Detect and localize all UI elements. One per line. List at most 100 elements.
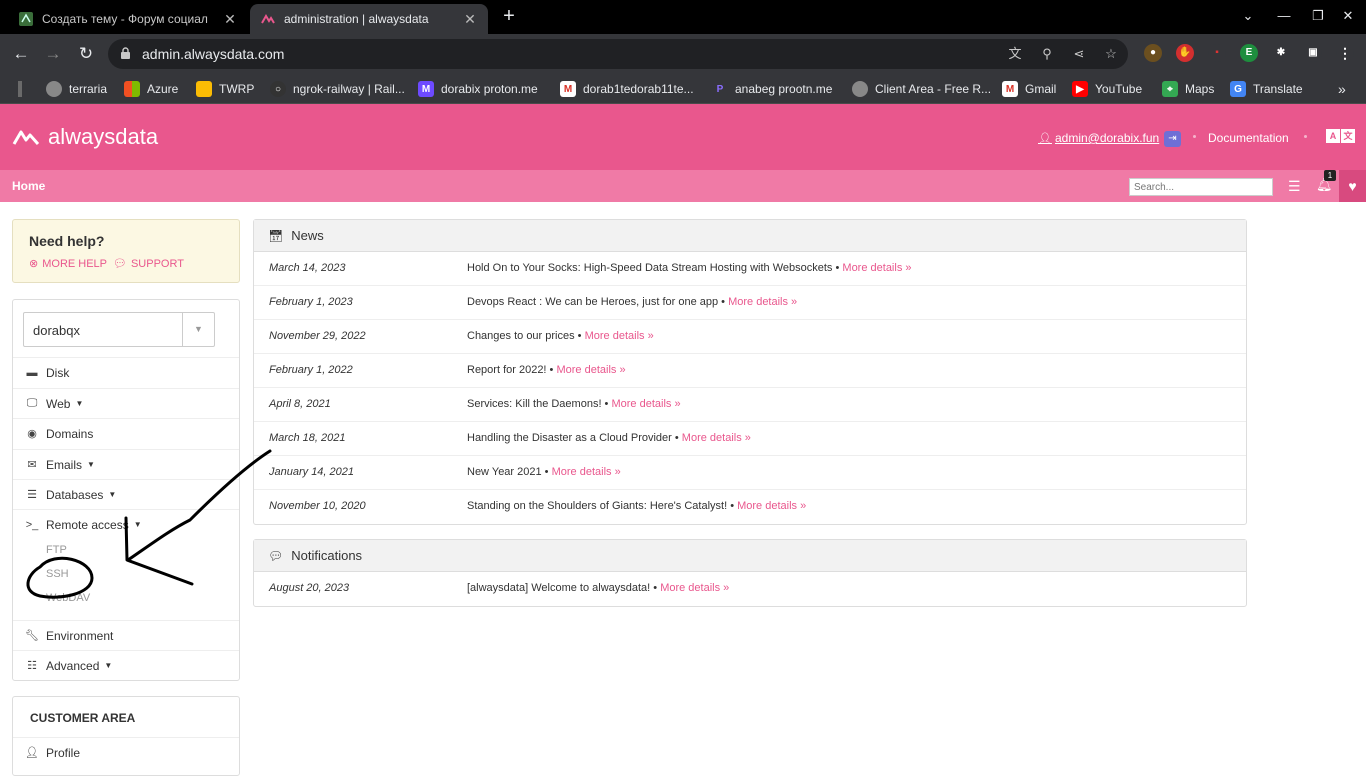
more-details-link[interactable]: More details » [682,432,751,444]
alwaysdata-logo-icon [12,130,40,145]
translate-page-icon[interactable]: 文 [1006,45,1024,63]
caret-down-icon: ▼ [87,460,95,469]
nav-item-databases[interactable]: ☰ Databases ▼ [13,479,239,509]
item-date: February 1, 2023 [269,296,353,308]
back-icon[interactable]: ← [10,43,32,65]
more-bookmarks-icon[interactable]: » [1338,81,1346,97]
logout-icon[interactable]: ⇥ [1164,131,1181,147]
bookmark-item[interactable]: ▶ YouTube [1072,81,1142,97]
nav-item-remote-access[interactable]: >_ Remote access ▼ [13,509,239,539]
item-title: Report for 2022! [467,364,547,376]
extension-icon[interactable]: ▪ [1208,44,1226,62]
close-window-icon[interactable]: ✕ [1338,6,1358,26]
chevron-down-icon[interactable]: ▼ [182,313,214,346]
list-item: February 1, 2022 Report for 2022! • More … [254,354,1246,388]
forum-favicon-icon [18,11,34,27]
extension-e-icon[interactable]: E [1240,44,1258,62]
account-select[interactable]: dorabqx ▼ [23,312,215,347]
globe-icon [852,81,868,97]
item-title: Devops React : We can be Heroes, just fo… [467,296,719,308]
bookmark-item[interactable]: M Gmail [1002,81,1056,97]
nav-item-label: Advanced [46,658,100,673]
bookmark-item[interactable]: G Translate [1230,81,1303,97]
more-details-link[interactable]: More details » [585,330,654,342]
bullet-separator: • [574,330,585,342]
more-details-link[interactable]: More details » [556,364,625,376]
nav-item-disk[interactable]: ▬ Disk [13,357,239,387]
more-details-link[interactable]: More details » [728,296,797,308]
search-input[interactable] [1129,178,1273,196]
item-date: March 14, 2023 [269,262,346,274]
more-details-link[interactable]: More details » [737,500,806,512]
extension-icon[interactable]: ● [1144,44,1162,62]
list-item: March 18, 2021 Handling the Disaster as a… [254,422,1246,456]
tasks-list-icon[interactable]: ☰ [1288,178,1301,195]
bookmark-item[interactable]: Mdorabix proton.me [418,81,538,97]
menu-dots-icon[interactable]: ⋮ [1336,44,1354,62]
tab-forum[interactable]: Создать тему - Форум социал ✕ [8,4,248,34]
side-panel-icon[interactable]: ▣ [1304,44,1322,62]
subnav-item-webdav[interactable]: WebDAV [46,592,90,604]
more-details-link[interactable]: More details » [660,582,729,594]
nav-item-label: Web [46,396,71,411]
news-panel-header: 📅︎ News [254,220,1246,252]
bookmark-star-icon[interactable]: ☆ [1102,45,1120,63]
more-details-link[interactable]: More details » [842,262,911,274]
brand-logo[interactable]: alwaysdata [12,124,158,150]
bookmark-item[interactable]: ⌖ Maps [1162,81,1214,97]
bookmark-item[interactable]: Mdorab1tedorab11te... [560,81,694,97]
bookmark-item[interactable]: Panabeg prootn.me [712,81,832,97]
address-bar[interactable]: admin.alwaysdata.com 文 ⚲ ⋖ ☆ [108,39,1128,69]
support-link[interactable]: 💬︎ SUPPORT [113,257,184,271]
more-details-link[interactable]: More details » [611,398,680,410]
user-icon: 👤︎ [1038,132,1052,145]
bookmark-item[interactable]: Azure [124,81,178,97]
caret-down-icon: ▼ [133,520,142,529]
bookmark-label: anabeg prootn.me [735,82,833,96]
globe-icon [46,81,62,97]
bookmark-item[interactable]: Client Area - Free R... [852,81,991,97]
close-tab-icon[interactable]: ✕ [222,11,238,28]
share-icon[interactable]: ⋖ [1070,45,1088,63]
nav-item-profile[interactable]: 👤︎ Profile [13,737,239,767]
bullet-separator: • [727,500,738,512]
nav-item-environment[interactable]: 🔧︎ Environment [13,620,239,650]
list-item: April 8, 2021 Services: Kill the Daemons!… [254,388,1246,422]
nav-item-web[interactable]: 🖵︎ Web ▼ [13,388,239,418]
subnav-item-ssh[interactable]: SSH [46,568,69,580]
reload-icon[interactable]: ↻ [75,43,97,65]
bookmark-item[interactable]: TWRP [196,81,254,97]
tab-search-icon[interactable]: ⌄ [1238,6,1258,26]
restore-icon[interactable]: ❐ [1308,6,1328,26]
more-details-link[interactable]: More details » [552,466,621,478]
caret-down-icon: ▼ [75,399,84,408]
user-account-link[interactable]: 👤︎ admin@dorabix.fun [1038,131,1159,145]
home-link[interactable]: Home [12,179,45,193]
nav-item-advanced[interactable]: ☷ Advanced ▼ [13,650,239,680]
nav-item-emails[interactable]: ✉ Emails ▼ [13,449,239,479]
bookmark-item[interactable]: terraria [46,81,107,97]
close-tab-icon[interactable]: ✕ [462,11,478,28]
ublock-icon[interactable]: ✋ [1176,44,1194,62]
new-tab-button[interactable]: + [498,5,520,27]
bookmark-label: dorabix proton.me [441,82,538,96]
nav-item-domains[interactable]: ◉ Domains [13,418,239,448]
extensions-puzzle-icon[interactable]: ✱ [1272,44,1290,62]
notifications-panel-header: 💬︎ Notifications [254,540,1246,572]
subnav-item-ftp[interactable]: FTP [46,544,67,556]
item-text: Devops React : We can be Heroes, just fo… [467,296,797,308]
bullet-separator: • [601,398,612,410]
more-help-link[interactable]: ⊗ MORE HELP [29,257,107,271]
minimize-icon[interactable]: — [1274,6,1294,26]
list-item: November 29, 2022 Changes to our prices •… [254,320,1246,354]
nav-item-label: Environment [46,628,114,643]
zoom-icon[interactable]: ⚲ [1038,45,1056,63]
tab-alwaysdata[interactable]: administration | alwaysdata ✕ [250,4,488,34]
bullet-separator: • [718,296,729,308]
forward-icon[interactable]: → [42,43,64,65]
heart-icon[interactable]: ♥ [1339,170,1366,202]
bookmark-item[interactable]: ○ ngrok-railway | Rail... [270,81,405,97]
item-title: Services: Kill the Daemons! [467,398,602,410]
language-switch-icon[interactable]: A文 [1326,129,1356,143]
documentation-link[interactable]: Documentation [1208,131,1289,145]
